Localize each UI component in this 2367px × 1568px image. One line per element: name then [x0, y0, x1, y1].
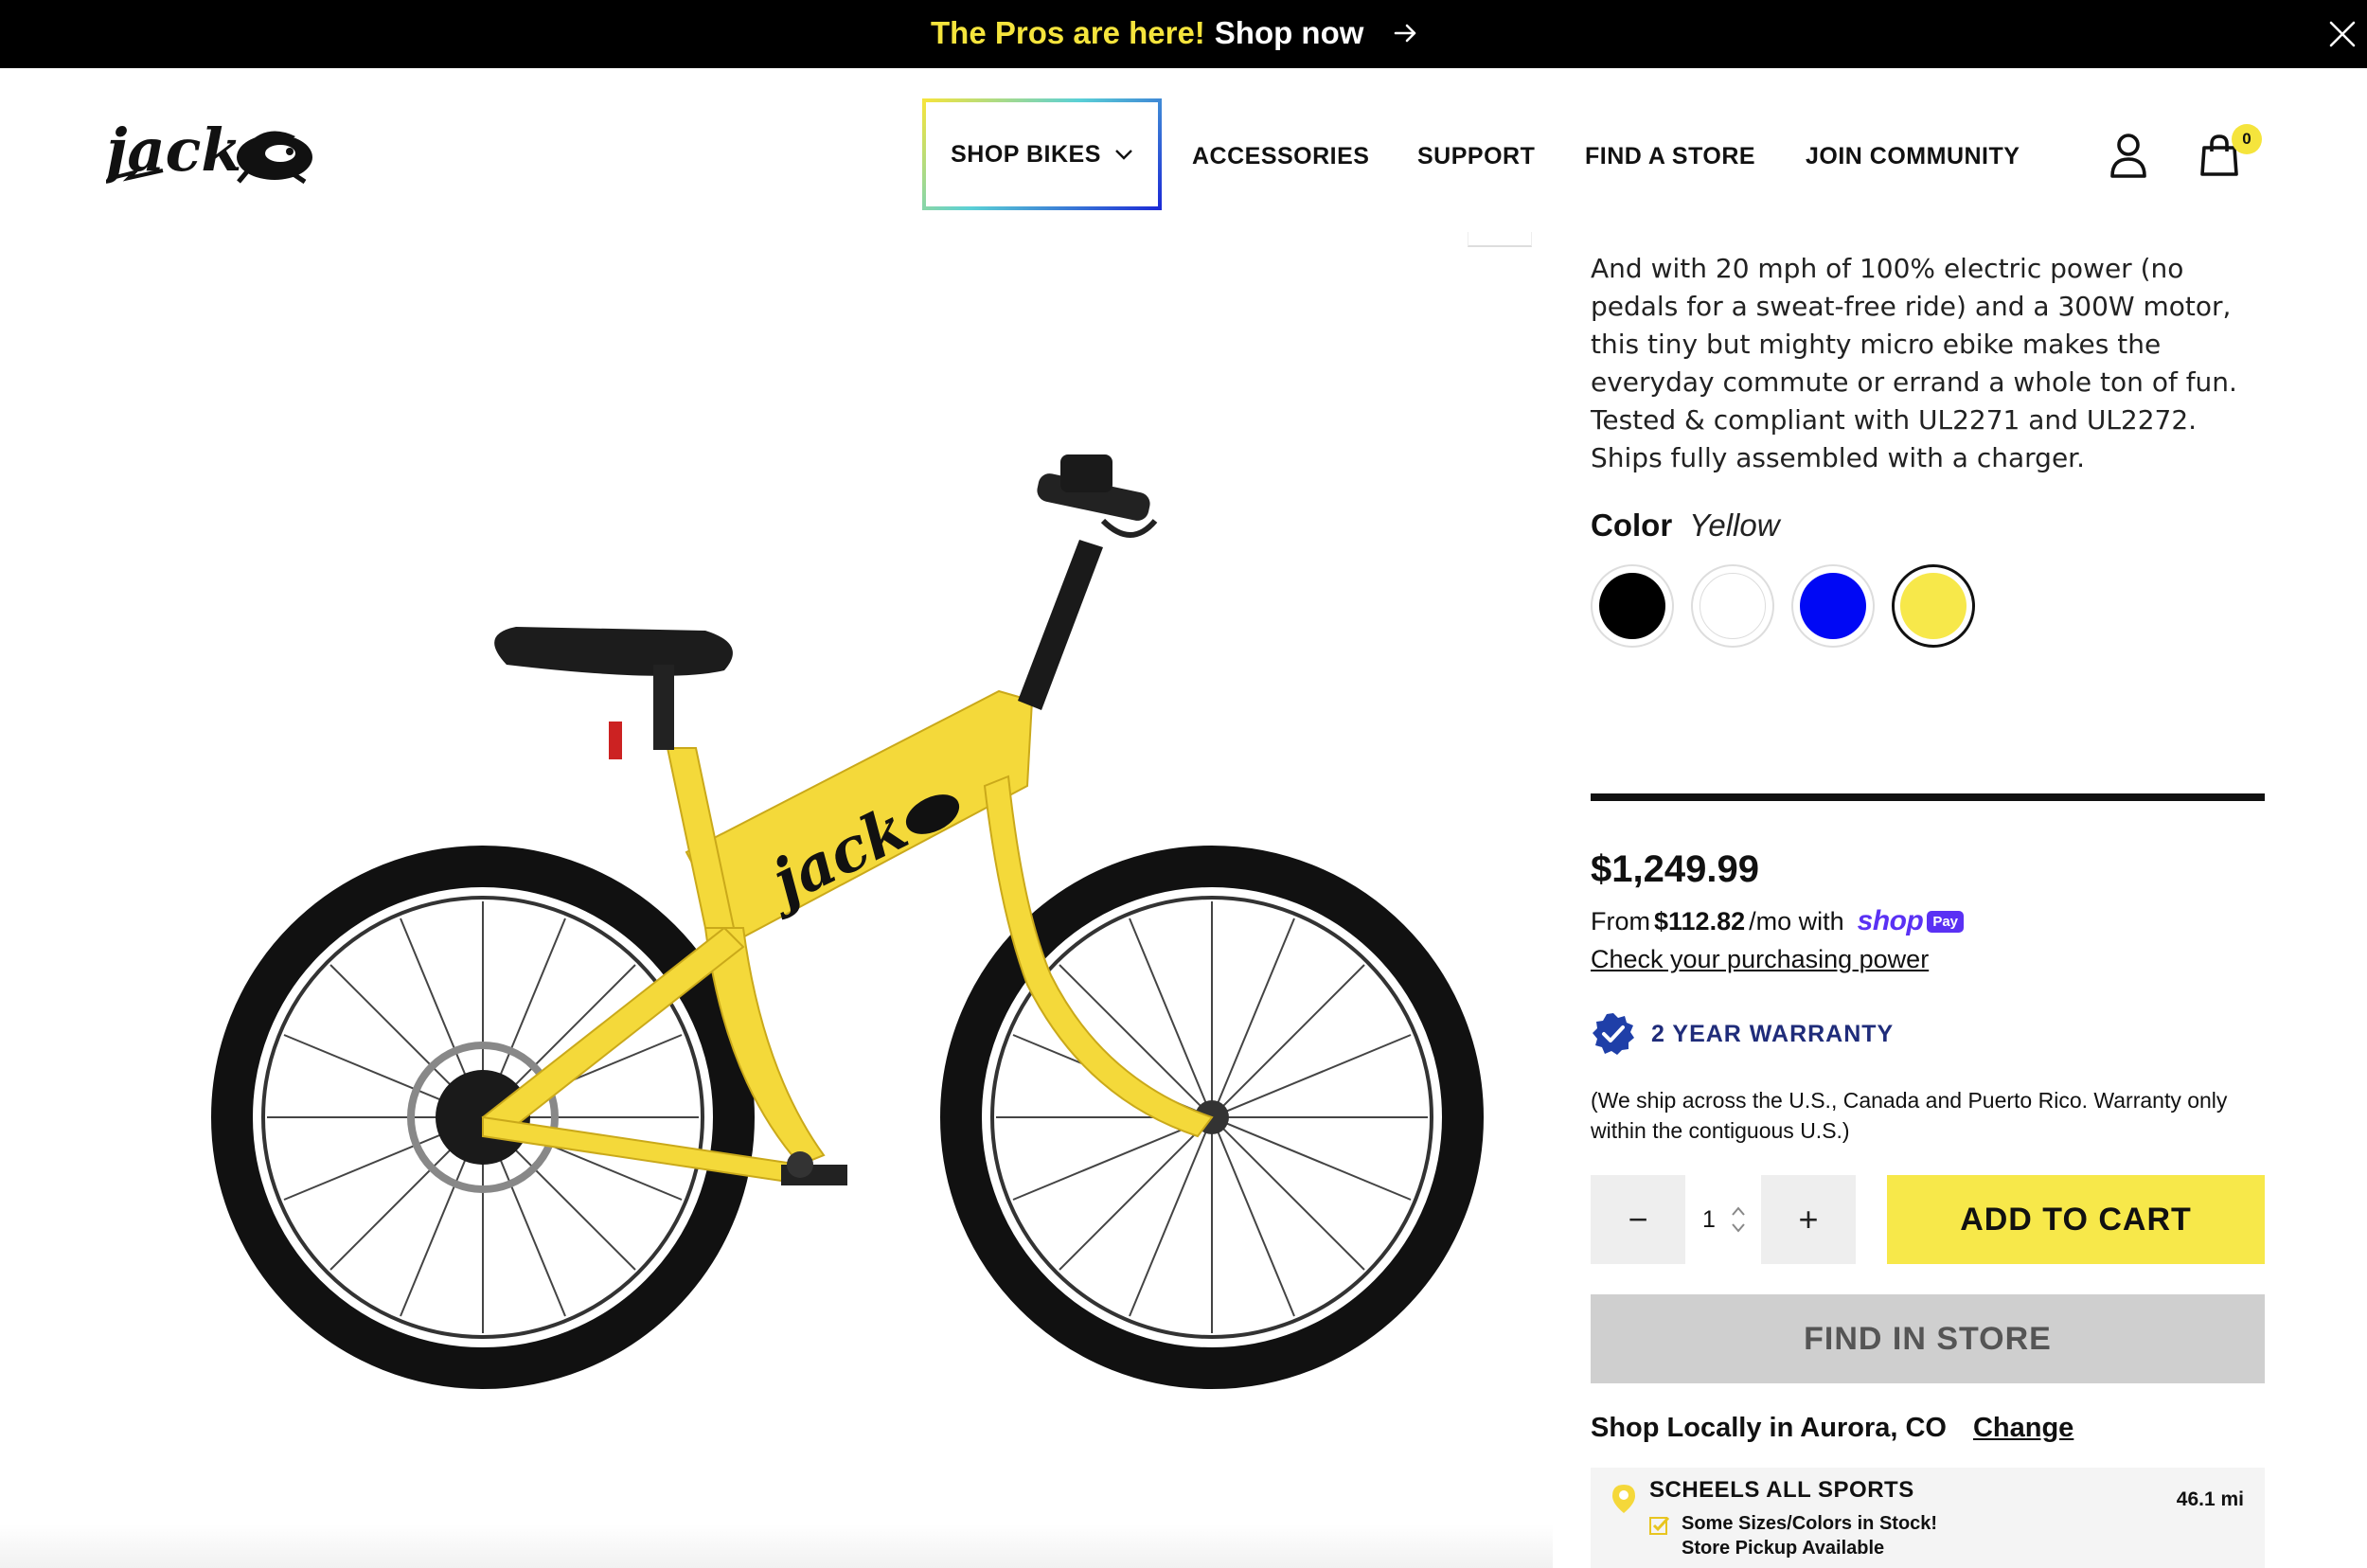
color-label: Color: [1591, 508, 1673, 543]
image-bottom-fade: [0, 1524, 1553, 1568]
close-icon[interactable]: [2323, 15, 2361, 53]
nav-support[interactable]: SUPPORT: [1417, 137, 1535, 175]
jack-logo[interactable]: jack: [106, 116, 319, 191]
announcement-bar: The Pros are here! Shop now: [0, 0, 2367, 68]
swatch-black[interactable]: [1591, 564, 1674, 648]
store-availability-line1: Some Sizes/Colors in Stock!: [1682, 1513, 1938, 1534]
store-result-card[interactable]: SCHEELS ALL SPORTS 46.1 mi Some Sizes/Co…: [1591, 1468, 2265, 1568]
map-pin-icon: [1612, 1485, 1635, 1513]
installment-suffix: /mo with: [1749, 906, 1844, 935]
find-in-store-button[interactable]: FIND IN STORE: [1591, 1294, 2265, 1383]
site-header: jack SHOP BIKES ACCESSORIES SUPPORT FIND…: [0, 68, 2367, 214]
swatch-white[interactable]: [1691, 564, 1774, 648]
swatch-yellow[interactable]: [1892, 564, 1975, 648]
shipping-note: (We ship across the U.S., Canada and Pue…: [1591, 1088, 2228, 1143]
warranty-row: 2 YEAR WARRANTY: [1591, 1009, 2265, 1059]
user-icon[interactable]: [2108, 131, 2149, 180]
swatch-blue-fill: [1800, 573, 1866, 639]
add-to-cart-button[interactable]: ADD TO CART: [1887, 1175, 2265, 1264]
announcement-highlight: The Pros are here!: [931, 15, 1205, 50]
shop-pay-word: shop: [1857, 905, 1924, 936]
nav-find-a-store[interactable]: FIND A STORE: [1585, 137, 1755, 175]
quantity-stepper: − 1 +: [1591, 1175, 1856, 1264]
arrow-right-icon: [1395, 24, 1416, 43]
color-selector-header: Color Yellow: [1591, 508, 2265, 545]
nav-shop-bikes[interactable]: SHOP BIKES: [922, 98, 1162, 210]
check-purchasing-power-link[interactable]: Check your purchasing power: [1591, 945, 2265, 974]
check-badge-icon: [1593, 1013, 1634, 1055]
quantity-increase-button[interactable]: +: [1761, 1175, 1856, 1264]
store-availability-line2: Store Pickup Available: [1682, 1538, 1885, 1559]
installment-prefix: From: [1591, 906, 1650, 935]
product-price: $1,249.99: [1591, 848, 1759, 890]
quantity-input[interactable]: 1: [1685, 1175, 1761, 1264]
warranty-label: 2 YEAR WARRANTY: [1651, 1020, 1895, 1047]
selected-color-name: Yellow: [1689, 508, 1780, 543]
spinner-arrows-icon[interactable]: [1729, 1203, 1748, 1236]
installment-line: From $112.82 /mo with shop Pay: [1591, 905, 2265, 937]
price-divider: [1591, 793, 2265, 801]
change-location-link[interactable]: Change: [1973, 1413, 2073, 1444]
nav-shop-bikes-label: SHOP BIKES: [951, 140, 1101, 168]
product-image-bike[interactable]: jack: [194, 417, 1510, 1392]
shop-locally-label: Shop Locally in Aurora, CO: [1591, 1412, 1947, 1443]
announcement-link[interactable]: The Pros are here! Shop now: [931, 11, 1418, 55]
shop-pay-badge: Pay: [1927, 910, 1965, 933]
swatch-black-fill: [1599, 573, 1665, 639]
swatch-yellow-fill: [1900, 573, 1967, 639]
store-distance: 46.1 mi: [2176, 1488, 2244, 1510]
product-description: And with 20 mph of 100% electric power (…: [1591, 253, 2237, 473]
chevron-down-icon: [1115, 150, 1132, 160]
installment-amount: $112.82: [1654, 906, 1746, 935]
swatch-white-fill: [1700, 573, 1766, 639]
gallery-indicator: [1468, 232, 1532, 247]
announcement-cta: Shop now: [1214, 15, 1364, 50]
cart-count-badge: 0: [2232, 124, 2262, 154]
shop-locally-row: Shop Locally in Aurora, CO Change: [1591, 1409, 2265, 1447]
shop-pay-logo: shop Pay: [1857, 905, 1965, 937]
nav-accessories[interactable]: ACCESSORIES: [1192, 137, 1369, 175]
store-availability: Some Sizes/Colors in Stock! Store Pickup…: [1682, 1511, 1937, 1560]
checkbox-checked-icon: [1649, 1516, 1670, 1535]
swatch-blue[interactable]: [1791, 564, 1875, 648]
nav-join-community[interactable]: JOIN COMMUNITY: [1806, 137, 2020, 175]
store-name: SCHEELS ALL SPORTS: [1649, 1477, 1914, 1503]
quantity-decrease-button[interactable]: −: [1591, 1175, 1685, 1264]
